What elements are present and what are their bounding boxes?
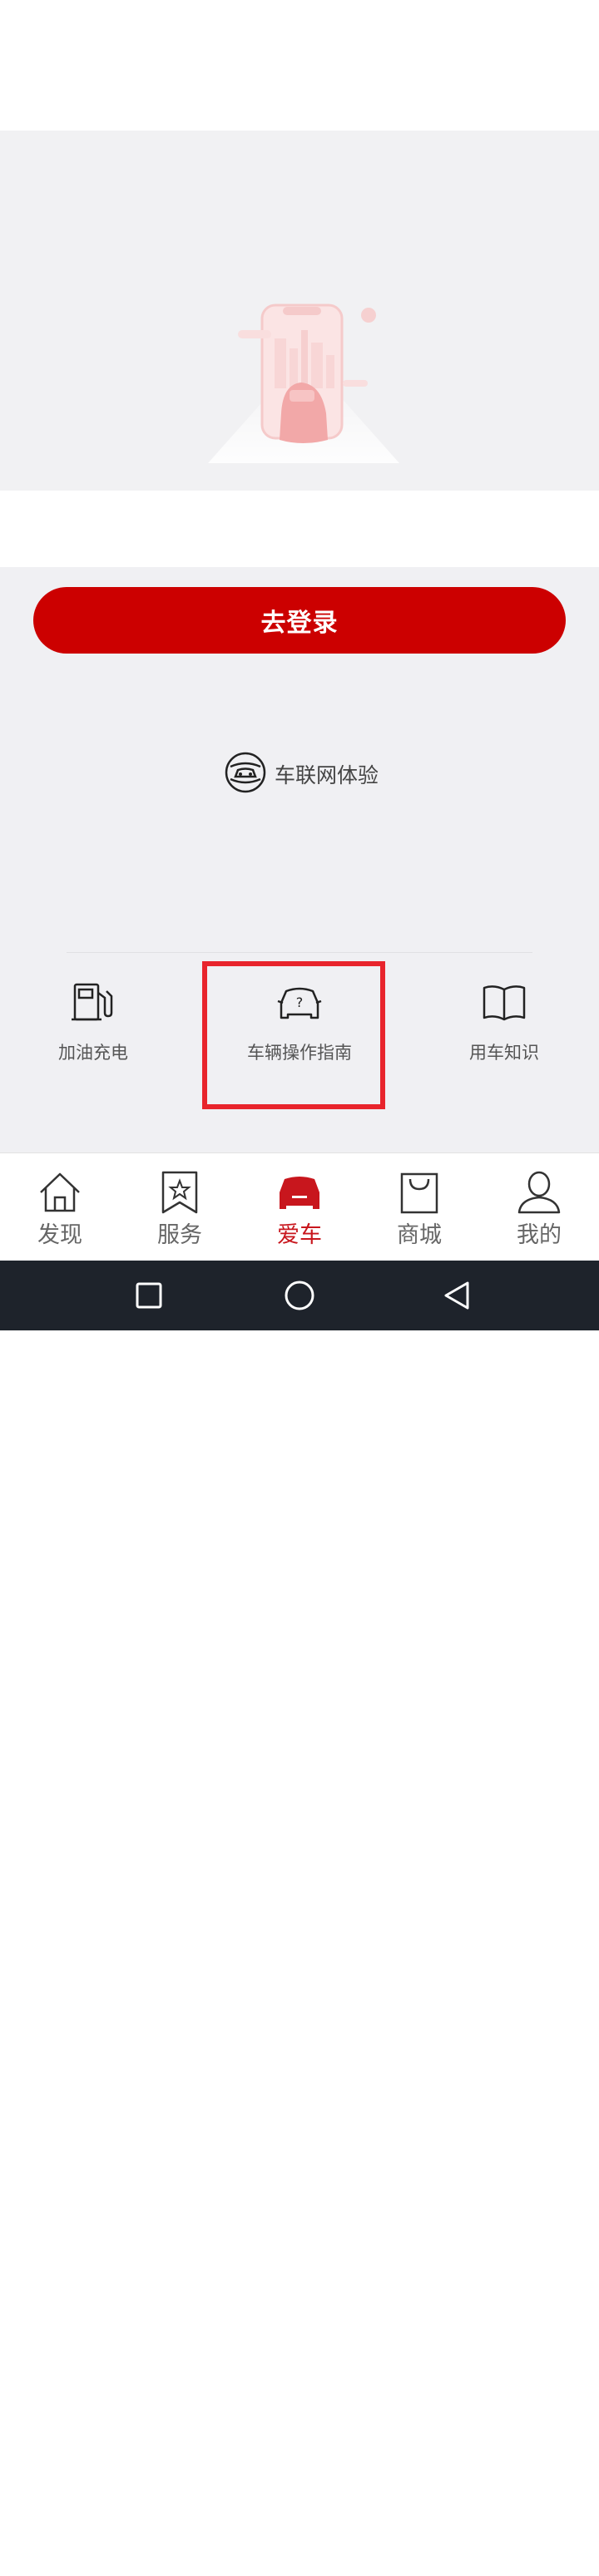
iov-experience-link[interactable]: 车联网体验 (225, 752, 379, 797)
watermark-url: jingyan.baidu.com (489, 2564, 589, 2576)
car-icon (277, 1170, 322, 1215)
tab-service[interactable]: 服务 (120, 1153, 240, 1261)
tab-discover-label: 发现 (37, 1222, 82, 1248)
home-icon (37, 1170, 82, 1215)
fuel-charge-button[interactable]: 加油充电 (10, 981, 176, 1098)
iov-experience-label: 车联网体验 (275, 763, 379, 787)
tab-my-car-label: 爱车 (277, 1222, 322, 1248)
car-knowledge-label: 用车知识 (469, 1043, 539, 1063)
watermark-title: Bai du 经验 (461, 2538, 590, 2563)
fuel-charge-label: 加油充电 (58, 1043, 128, 1063)
connected-car-icon (225, 752, 266, 797)
login-button[interactable]: 去登录 (33, 587, 566, 654)
tab-mall-label: 商城 (397, 1222, 442, 1248)
tab-my-car[interactable]: 爱车 (240, 1153, 359, 1261)
home-button (285, 1281, 314, 1310)
book-icon (481, 981, 527, 1028)
car-knowledge-button[interactable]: 用车知识 (421, 981, 587, 1098)
tab-mine-label: 我的 (517, 1222, 562, 1248)
user-icon (517, 1170, 562, 1215)
highlight-box (202, 961, 385, 1109)
baidu-watermark: Bai du 经验 jingyan.baidu.com (462, 2533, 590, 2576)
back-button (444, 1281, 469, 1310)
spacer (0, 491, 599, 567)
shopping-bag-icon (397, 1170, 442, 1215)
bookmark-star-icon (157, 1170, 202, 1215)
system-navigation-bar: Bai du 经验 jingyan.baidu.com (0, 1261, 599, 2576)
fuel-pump-icon (70, 981, 116, 1028)
bottom-tab-bar: 发现 服务 爱车 商城 我的 (0, 1152, 599, 1261)
tab-discover[interactable]: 发现 (0, 1153, 120, 1261)
tab-mall[interactable]: 商城 (359, 1153, 479, 1261)
tab-mine[interactable]: 我的 (479, 1153, 599, 1261)
recent-apps-button (136, 1282, 162, 1309)
divider (67, 952, 532, 953)
tab-service-label: 服务 (157, 1222, 202, 1248)
status-area (0, 0, 599, 131)
car-phone-illustration (208, 303, 399, 463)
hero-illustration (0, 131, 599, 491)
